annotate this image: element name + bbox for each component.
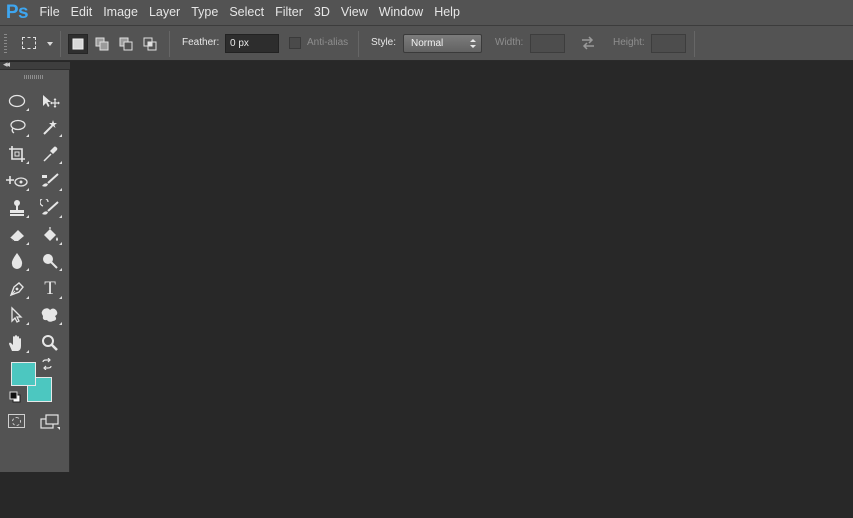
custom-shape-icon[interactable] [38,304,62,326]
menu-help[interactable]: Help [429,0,466,25]
add-to-selection-icon[interactable] [92,34,112,54]
width-label: Width: [495,37,524,48]
options-bar: Feather: 0 px Anti-alias Style: Normal W… [0,25,853,61]
separator [694,31,695,57]
feather-input[interactable]: 0 px [225,34,279,53]
pen-icon[interactable] [5,278,29,300]
menu-file[interactable]: File [34,0,65,25]
menu-bar: Ps File Edit Image Layer Type Select Fil… [0,0,853,25]
height-label: Height: [613,37,645,48]
menu-window[interactable]: Window [373,0,428,25]
eyedropper-icon[interactable] [38,143,62,165]
antialias-label: Anti-alias [307,37,349,48]
move-icon[interactable] [38,90,62,112]
menu-type[interactable]: Type [186,0,224,25]
intersect-with-selection-icon[interactable] [140,34,160,54]
chevron-updown-icon [470,39,476,48]
clone-stamp-icon[interactable] [5,197,29,219]
history-brush-icon[interactable] [38,197,62,219]
type-icon[interactable]: T [38,278,62,300]
hand-icon[interactable] [5,332,29,354]
height-input[interactable] [651,34,686,53]
collapse-arrows-icon: ◂◂ [3,59,10,69]
quick-mask-icon[interactable] [8,414,25,428]
style-label: Style: [371,37,397,48]
menu-image[interactable]: Image [98,0,144,25]
options-bar-grip[interactable] [4,34,7,54]
lasso-icon[interactable] [5,116,29,138]
subtract-from-selection-icon[interactable] [116,34,136,54]
brush-icon[interactable] [38,170,62,192]
new-selection-icon[interactable] [68,34,88,54]
rectangular-marquee-icon[interactable] [22,37,36,49]
spot-healing-icon[interactable] [5,170,29,192]
elliptical-marquee-icon[interactable] [5,90,29,112]
menu-select[interactable]: Select [224,0,270,25]
menu-3d[interactable]: 3D [308,0,335,25]
swap-colors-icon[interactable] [41,358,53,370]
screen-mode-icon[interactable] [40,414,60,430]
toolbox-collapse-bar[interactable]: ◂◂ [0,59,70,70]
separator [169,31,170,57]
path-selection-icon[interactable] [5,304,29,326]
paint-bucket-icon[interactable] [38,224,62,246]
crop-icon[interactable] [5,143,29,165]
magic-wand-icon[interactable] [38,116,62,138]
feather-label: Feather: [182,37,220,48]
canvas-workspace[interactable] [71,62,853,518]
width-input[interactable] [530,34,565,53]
antialias-checkbox[interactable] [289,37,301,49]
zoom-icon[interactable] [38,332,62,354]
style-select[interactable]: Normal [403,34,482,53]
tool-preset-dropdown-icon[interactable] [47,42,53,46]
style-select-value: Normal [411,38,444,49]
menu-view[interactable]: View [335,0,373,25]
blur-icon[interactable] [5,250,29,272]
type-tool-glyph: T [44,278,56,299]
toolbox-panel: ◂◂ T [0,59,70,472]
toolbox-grip[interactable] [24,75,43,79]
separator [358,31,359,57]
menu-layer[interactable]: Layer [143,0,185,25]
separator [60,31,61,57]
foreground-color-swatch[interactable] [11,362,36,386]
menu-filter[interactable]: Filter [270,0,309,25]
photoshop-logo: Ps [5,1,29,23]
default-colors-icon[interactable] [9,391,21,403]
dodge-icon[interactable] [38,250,62,272]
swap-width-height-icon[interactable] [580,35,596,51]
eraser-icon[interactable] [5,224,29,246]
menu-edit[interactable]: Edit [65,0,98,25]
